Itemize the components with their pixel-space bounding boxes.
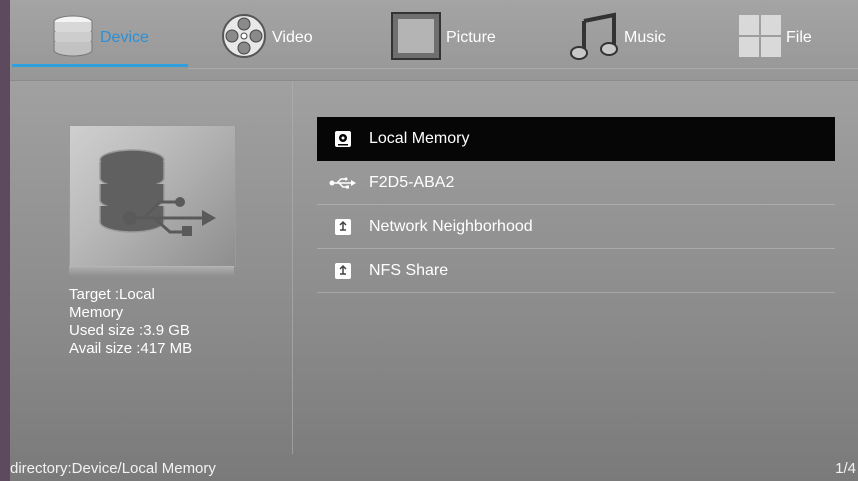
page-indicator: 1/4	[835, 460, 856, 477]
usb-icon	[325, 176, 361, 190]
file-browser-window: Device Video Picture Music File Target:…	[10, 0, 858, 481]
list-item-local-memory[interactable]: Local Memory	[317, 117, 835, 161]
tab-picture-label: Picture	[446, 29, 496, 46]
directory-path: directory:Device/Local Memory	[10, 460, 216, 477]
tab-device-label: Device	[100, 29, 149, 46]
tab-picture[interactable]: Picture	[390, 8, 496, 68]
list-item-label: Network Neighborhood	[369, 217, 533, 235]
target-line-2: Memory	[69, 304, 124, 321]
panel-divider	[292, 82, 293, 454]
tab-device[interactable]: Device	[50, 8, 149, 68]
list-item-label: NFS Share	[369, 261, 449, 279]
film-reel-icon	[220, 12, 268, 65]
target-line-1: Target :Local	[69, 286, 155, 303]
tab-music-label: Music	[624, 29, 666, 46]
network-share-icon	[325, 218, 361, 236]
device-list: Local Memory F2D5-ABA2 Network Neighborh…	[317, 117, 835, 293]
tab-video-label: Video	[272, 29, 313, 46]
tab-video[interactable]: Video	[220, 8, 313, 68]
list-item-nfs-share[interactable]: NFS Share	[317, 249, 835, 293]
list-item-network-neighborhood[interactable]: Network Neighborhood	[317, 205, 835, 249]
avail-size: Avail size :417 MB	[69, 340, 193, 357]
tab-bar-divider	[188, 68, 858, 69]
picture-frame-icon	[390, 11, 442, 66]
device-info: Target :Local Memory Used size :3.9 GB A…	[69, 286, 269, 358]
tab-music[interactable]: Music	[568, 8, 666, 68]
grid-icon	[738, 14, 782, 63]
device-preview-image	[69, 125, 236, 267]
list-item-label: Local Memory	[369, 129, 470, 147]
database-icon	[50, 13, 96, 64]
preview-reflection	[69, 266, 234, 276]
used-size: Used size :3.9 GB	[69, 322, 190, 339]
tab-file[interactable]: File	[738, 8, 812, 68]
list-item-f2d5-aba2[interactable]: F2D5-ABA2	[317, 161, 835, 205]
tab-file-label: File	[786, 29, 812, 46]
music-note-icon	[568, 11, 620, 66]
tab-bar: Device Video Picture Music File	[10, 0, 858, 81]
active-tab-indicator	[12, 64, 188, 67]
disk-icon	[325, 130, 361, 148]
list-item-label: F2D5-ABA2	[369, 173, 455, 191]
network-share-icon	[325, 262, 361, 280]
